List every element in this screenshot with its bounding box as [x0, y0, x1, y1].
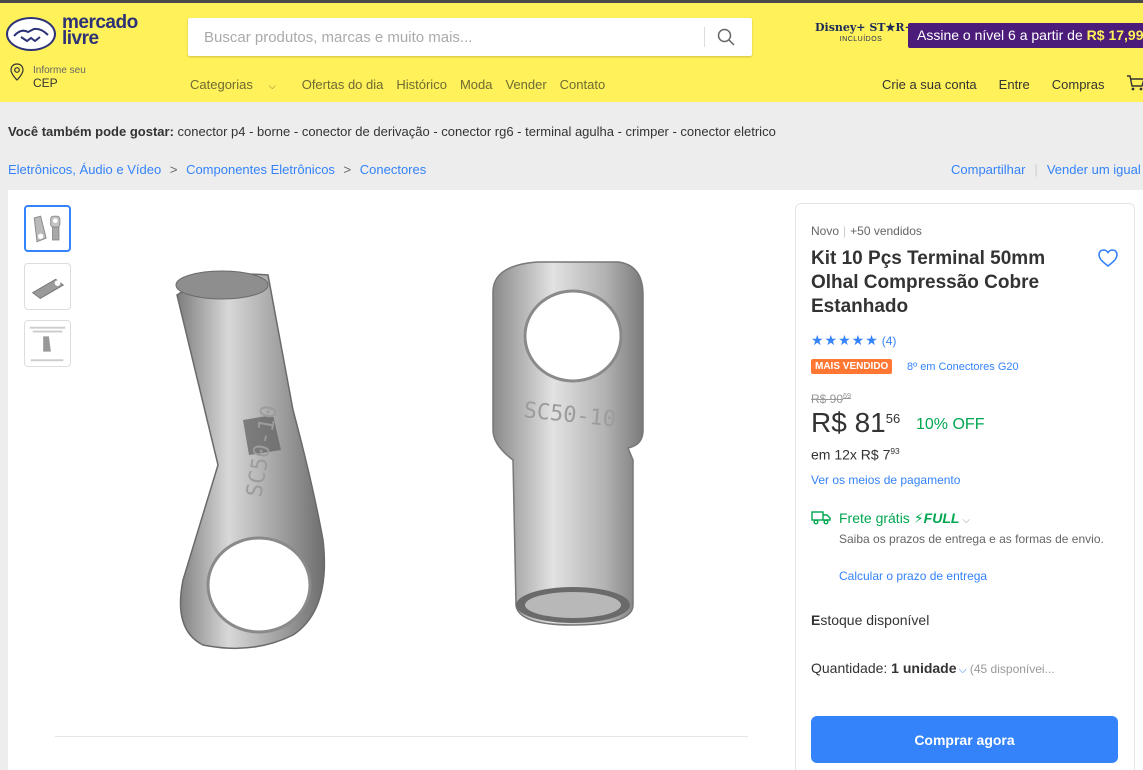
thumbnail-3[interactable]: [24, 320, 71, 367]
nav-contato[interactable]: Contato: [560, 77, 606, 97]
category-rank-link[interactable]: 8º em Conectores G20: [907, 361, 1019, 373]
payment-methods-link[interactable]: Ver os meios de pagamento: [811, 473, 960, 487]
breadcrumb-separator: >: [343, 162, 352, 177]
nav-categorias[interactable]: Categorias ⌵: [190, 77, 289, 97]
search-icon[interactable]: [716, 27, 736, 47]
condition-label: Novo: [811, 224, 840, 238]
product-image[interactable]: SC50-10 SC50-10: [173, 250, 683, 700]
star-icons: ★★★★★: [811, 332, 879, 348]
original-price-int: R$ 90: [811, 392, 844, 406]
thumbnail-image: [29, 326, 66, 362]
best-seller-badge: MAIS VENDIDO: [811, 359, 893, 374]
nav-ofertas[interactable]: Ofertas do dia: [302, 77, 384, 97]
calculate-shipping-link[interactable]: Calcular o prazo de entrega: [839, 569, 987, 583]
subscription-promo[interactable]: Assine o nível 6 a partir de R$ 17,99: [908, 23, 1143, 48]
quantity-label: Quantidade:: [811, 660, 892, 676]
create-account-link[interactable]: Crie a sua conta: [882, 77, 977, 97]
logo-line2: livre: [62, 28, 99, 49]
stock-status: Estoque disponível: [811, 612, 929, 628]
buy-box: Novo | +50 vendidos Kit 10 Pçs Terminal 50…: [795, 203, 1135, 770]
quantity-value: 1 unidade: [891, 660, 957, 676]
breadcrumb-item-2[interactable]: Componentes Eletrônicos: [186, 162, 335, 177]
breadcrumb: Eletrônicos, Áudio e Vídeo > Componentes…: [8, 162, 426, 177]
account-nav: Crie a sua conta Entre Compras: [882, 77, 1127, 97]
breadcrumb-separator: >: [169, 162, 178, 177]
also-like-items[interactable]: conector p4 - borne - conector de deriva…: [178, 124, 776, 139]
cep-label: CEP: [33, 76, 58, 90]
condition-divider: |: [843, 224, 847, 238]
disney-sub-text: INCLUÍDOS: [839, 36, 883, 43]
product-title: Kit 10 Pçs Terminal 50mm Olhal Compressã…: [811, 248, 1046, 317]
site-header: mercado livre Disney+ ST★R+ INCLUÍDOS As…: [0, 3, 1143, 102]
free-shipping[interactable]: Frete grátis ⚡FULL ⌵: [839, 510, 970, 527]
thumbnail-image: [33, 215, 61, 243]
thumbnail-image: [31, 278, 65, 300]
also-like-bar: Você também pode gostar: conector p4 - b…: [8, 124, 776, 139]
disney-main-text: Disney+ ST★R+: [815, 21, 914, 34]
cart-icon[interactable]: [1126, 73, 1143, 93]
thumbnail-1[interactable]: [24, 205, 71, 252]
current-price-cents: 56: [885, 411, 901, 426]
current-price: R$ 8156: [811, 407, 900, 439]
search-input[interactable]: [188, 18, 704, 56]
chevron-down-icon: ⌵: [268, 81, 276, 91]
nav-vender[interactable]: Vender: [505, 77, 546, 97]
location-pin-icon: [10, 63, 24, 81]
nav-moda[interactable]: Moda: [460, 77, 493, 97]
stock-status-initial: E: [811, 612, 821, 628]
share-link[interactable]: Compartilhar: [951, 162, 1025, 177]
purchases-link[interactable]: Compras: [1052, 77, 1105, 97]
page-actions: Compartilhar | Vender um igual: [951, 162, 1141, 177]
product-card: SC50-10 SC50-10 Novo | +50 vendidos Kit 10…: [8, 190, 1143, 770]
also-like-label: Você também pode gostar:: [8, 124, 174, 139]
full-badge: ⚡FULL: [914, 510, 960, 526]
installments-cents: 93: [890, 446, 900, 456]
logo-wordmark: mercado livre: [62, 13, 138, 49]
chevron-down-icon: ⌵: [962, 515, 971, 526]
sold-count: +50 vendidos: [850, 224, 922, 238]
promo-text: Assine o nível 6 a partir de: [917, 27, 1087, 43]
installments-int: em 12x R$ 7: [811, 446, 891, 463]
nav-categorias-label: Categorias: [190, 77, 253, 92]
search-divider: [704, 27, 705, 47]
promo-price: R$ 17,99: [1086, 27, 1143, 43]
quantity-selector[interactable]: Quantidade: 1 unidade ⌵ (45 disponívei...: [811, 660, 1055, 677]
disney-star-logo[interactable]: Disney+ ST★R+ INCLUÍDOS: [815, 21, 914, 55]
condition-line: Novo | +50 vendidos: [811, 224, 922, 238]
stock-status-rest: stoque disponível: [820, 612, 930, 628]
mercado-livre-logo[interactable]: mercado livre: [6, 13, 146, 55]
original-price: R$ 9069: [811, 391, 851, 406]
buy-now-button[interactable]: Comprar agora: [811, 716, 1118, 763]
thumbnail-2[interactable]: [24, 263, 71, 310]
breadcrumb-item-3[interactable]: Conectores: [360, 162, 426, 177]
gallery-divider: [55, 736, 748, 737]
cep-selector[interactable]: Informe seu CEP: [9, 63, 129, 93]
breadcrumb-item-1[interactable]: Eletrônicos, Áudio e Vídeo: [8, 162, 161, 177]
sell-similar-link[interactable]: Vender um igual: [1047, 162, 1141, 177]
bolt-icon: ⚡: [913, 510, 924, 526]
discount-label: 10% OFF: [916, 416, 985, 433]
quantity-available: (45 disponívei...: [969, 662, 1055, 676]
rating[interactable]: ★★★★★ (4): [811, 332, 896, 349]
heart-icon[interactable]: [1097, 247, 1119, 269]
original-price-cents: 69: [843, 391, 852, 400]
chevron-down-icon: ⌵: [958, 664, 967, 676]
action-divider: |: [1034, 162, 1038, 177]
rating-count: (4): [881, 334, 897, 348]
shipping-description: Saiba os prazos de entrega e as formas d…: [839, 532, 1104, 546]
installments: em 12x R$ 793: [811, 446, 900, 463]
truck-icon: [811, 511, 831, 525]
free-shipping-label: Frete grátis: [839, 510, 910, 526]
handshake-logo-icon: [6, 17, 56, 51]
cep-hint: Informe seu: [33, 65, 86, 76]
search-bar: [188, 18, 752, 56]
login-link[interactable]: Entre: [999, 77, 1030, 97]
main-nav: Categorias ⌵ Ofertas do dia Histórico Mod…: [190, 77, 618, 97]
full-label: FULL: [923, 510, 960, 526]
nav-historico[interactable]: Histórico: [396, 77, 447, 97]
current-price-int: R$ 81: [811, 407, 886, 438]
